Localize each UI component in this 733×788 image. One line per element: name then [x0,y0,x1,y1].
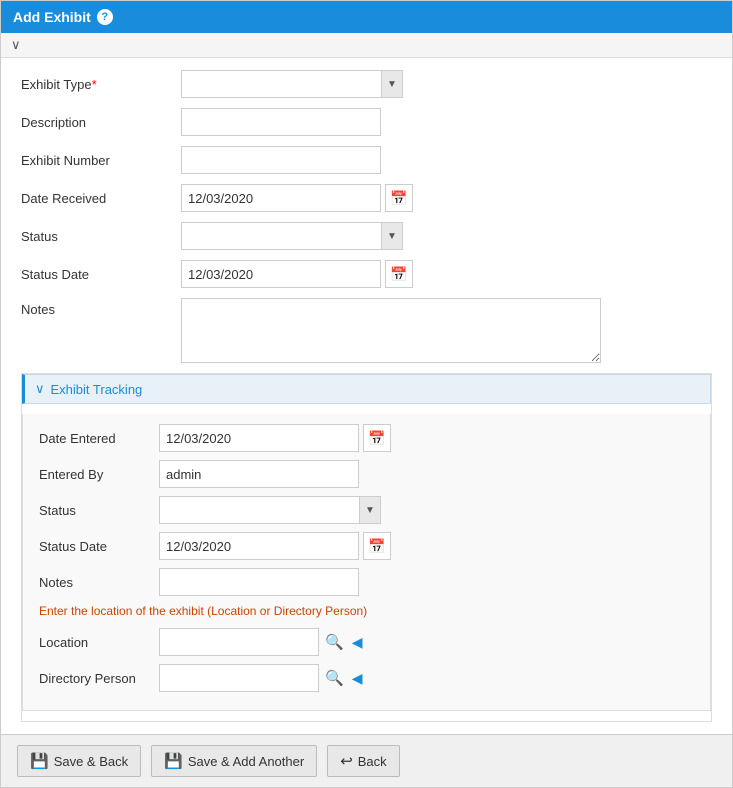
main-form: Exhibit Type* ▼ Description Exhibit Numb… [1,58,732,734]
location-field-group: 🔍 ◀ [159,628,364,656]
calendar-icon-2: 📅 [390,266,407,283]
status-date-input[interactable] [181,260,381,288]
tracking-status-label: Status [39,503,159,518]
tracking-collapse-icon: ∨ [35,381,45,397]
entered-by-label: Entered By [39,467,159,482]
tracking-section-label: Exhibit Tracking [51,382,143,397]
save-add-icon: 💾 [164,752,183,770]
collapse-icon: ∨ [11,37,21,52]
status-dropdown-btn[interactable]: ▼ [381,222,403,250]
save-add-another-button[interactable]: 💾 Save & Add Another [151,745,317,777]
tracking-status-date-row: Status Date 📅 [39,532,694,560]
entered-by-row: Entered By [39,460,694,488]
footer-bar: 💾 Save & Back 💾 Save & Add Another ↩ Bac… [1,734,732,787]
status-date-row: Status Date 📅 [21,260,712,288]
directory-person-clear-icon: ◀ [352,670,363,686]
calendar-icon: 📅 [390,190,407,207]
notes-label: Notes [21,298,181,317]
date-entered-input[interactable] [159,424,359,452]
date-entered-calendar-btn[interactable]: 📅 [363,424,391,452]
save-add-label: Save & Add Another [188,754,304,769]
location-search-btn[interactable]: 🔍 [323,633,346,651]
tracking-status-dropdown-btn[interactable]: ▼ [359,496,381,524]
tracking-section: ∨ Exhibit Tracking Date Entered 📅 [21,373,712,722]
tracking-notes-input[interactable] [159,568,359,596]
status-date-calendar-btn[interactable]: 📅 [385,260,413,288]
notes-row: Notes [21,298,712,363]
exhibit-type-input[interactable] [181,70,381,98]
location-clear-icon: ◀ [352,634,363,650]
directory-person-search-icon: 🔍 [325,670,344,687]
directory-person-input[interactable] [159,664,319,692]
location-row: Location 🔍 ◀ [39,628,694,656]
location-search-icon: 🔍 [325,634,344,651]
status-input[interactable] [181,222,381,250]
exhibit-type-wrapper: ▼ [181,70,403,98]
collapse-bar[interactable]: ∨ [1,33,732,58]
title-bar: Add Exhibit ? [1,1,732,33]
date-entered-wrapper: 📅 [159,424,391,452]
status-label: Status [21,229,181,244]
tracking-status-input[interactable] [159,496,359,524]
entered-by-input[interactable] [159,460,359,488]
tracking-status-date-calendar-btn[interactable]: 📅 [363,532,391,560]
directory-person-row: Directory Person 🔍 ◀ [39,664,694,692]
tracking-section-content: Date Entered 📅 Entered By Status [22,414,711,711]
exhibit-type-dropdown-btn[interactable]: ▼ [381,70,403,98]
directory-person-label: Directory Person [39,671,159,686]
page-title: Add Exhibit [13,9,91,25]
date-received-wrapper: 📅 [181,184,413,212]
location-input[interactable] [159,628,319,656]
description-label: Description [21,115,181,130]
location-clear-btn[interactable]: ◀ [350,634,365,651]
date-received-row: Date Received 📅 [21,184,712,212]
notes-textarea[interactable] [181,298,601,363]
tracking-notes-label: Notes [39,575,159,590]
status-date-label: Status Date [21,267,181,282]
exhibit-type-label: Exhibit Type* [21,77,181,92]
exhibit-number-row: Exhibit Number [21,146,712,174]
status-wrapper: ▼ [181,222,403,250]
tracking-status-date-input[interactable] [159,532,359,560]
directory-person-clear-btn[interactable]: ◀ [350,670,365,687]
tracking-section-header[interactable]: ∨ Exhibit Tracking [22,374,711,404]
date-received-calendar-btn[interactable]: 📅 [385,184,413,212]
calendar-icon-3: 📅 [368,430,385,447]
calendar-icon-4: 📅 [368,538,385,555]
directory-person-search-btn[interactable]: 🔍 [323,669,346,687]
status-row: Status ▼ [21,222,712,250]
tracking-status-date-label: Status Date [39,539,159,554]
location-info-text: Enter the location of the exhibit (Locat… [39,604,694,618]
date-received-input[interactable] [181,184,381,212]
description-row: Description [21,108,712,136]
tracking-status-wrapper: ▼ [159,496,381,524]
save-back-button[interactable]: 💾 Save & Back [17,745,141,777]
exhibit-number-input[interactable] [181,146,381,174]
tracking-status-row: Status ▼ [39,496,694,524]
directory-person-field-group: 🔍 ◀ [159,664,364,692]
date-received-label: Date Received [21,191,181,206]
back-button[interactable]: ↩ Back [327,745,399,777]
tracking-notes-row: Notes [39,568,694,596]
exhibit-type-row: Exhibit Type* ▼ [21,70,712,98]
description-input[interactable] [181,108,381,136]
date-entered-label: Date Entered [39,431,159,446]
status-date-wrapper: 📅 [181,260,413,288]
save-back-label: Save & Back [54,754,128,769]
date-entered-row: Date Entered 📅 [39,424,694,452]
help-icon[interactable]: ? [97,9,113,25]
save-back-icon: 💾 [30,752,49,770]
back-label: Back [358,754,387,769]
back-icon: ↩ [340,752,353,770]
location-label: Location [39,635,159,650]
exhibit-number-label: Exhibit Number [21,153,181,168]
tracking-status-date-wrapper: 📅 [159,532,391,560]
